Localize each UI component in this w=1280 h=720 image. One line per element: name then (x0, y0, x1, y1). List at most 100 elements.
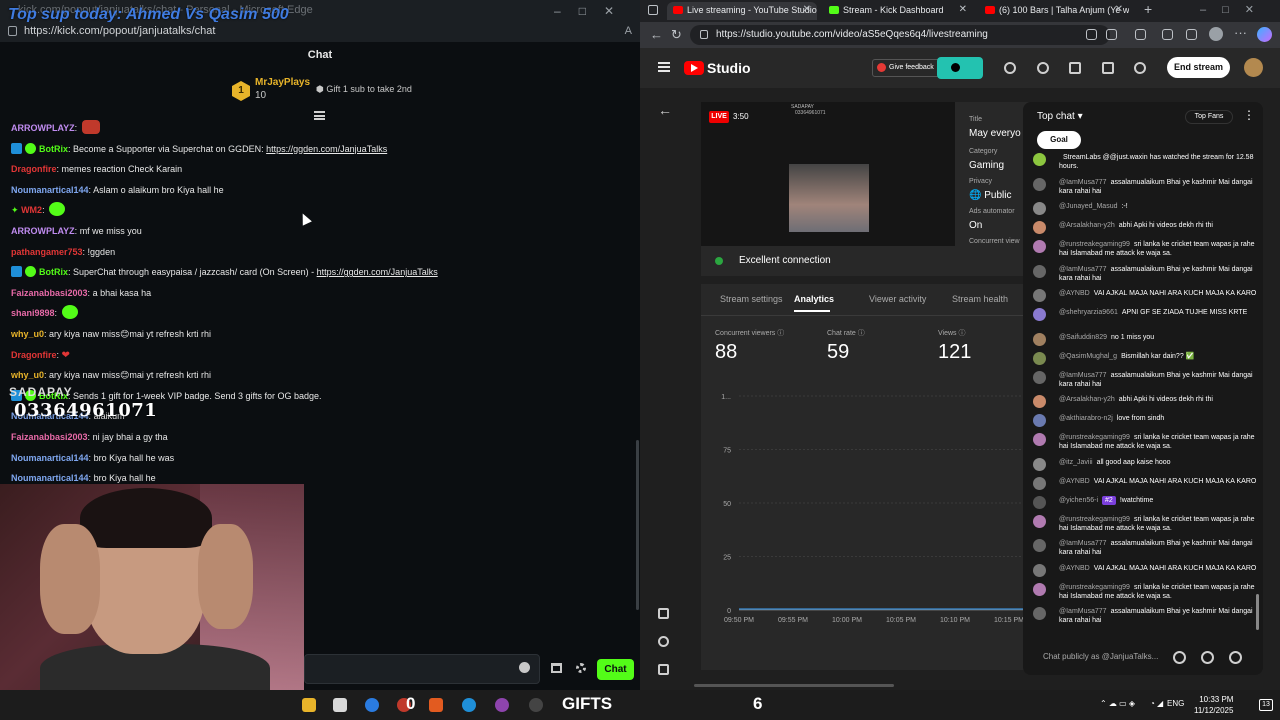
url-text[interactable]: https://studio.youtube.com/video/aS5eQqe… (716, 29, 988, 40)
tab-viewer-activity[interactable]: Viewer activity (869, 294, 926, 304)
add-icon[interactable] (1201, 651, 1214, 664)
chat-username[interactable]: ARROWPLAYZ (11, 123, 75, 133)
author-avatar[interactable] (1033, 351, 1046, 365)
back-arrow-icon[interactable]: ← (658, 102, 672, 118)
live-status-icon[interactable] (937, 57, 983, 79)
author-avatar[interactable] (1033, 153, 1046, 166)
more-menu-icon[interactable]: ··· (1234, 25, 1247, 40)
clock[interactable]: 10:33 PM 11/12/2025 (1194, 694, 1233, 716)
top-fans-button[interactable]: Top Fans (1185, 110, 1233, 124)
author-name[interactable]: @AYNBD (1059, 478, 1090, 485)
url-field[interactable]: https://studio.youtube.com/video/aS5eQqe… (690, 25, 1110, 45)
chat-username[interactable]: shani9898 (11, 308, 55, 318)
recording-app-icon[interactable] (529, 698, 543, 712)
media-icon[interactable] (1069, 62, 1081, 74)
youtube-logo-icon[interactable] (684, 61, 704, 75)
more-options-icon[interactable]: ⋮ (1243, 108, 1255, 122)
author-name[interactable]: @AYNBD (1059, 290, 1090, 297)
stream-preview[interactable]: LIVE 3:50 SADAPAY 03364961071 (701, 102, 955, 246)
site-info-icon[interactable] (700, 30, 708, 39)
chat-input[interactable] (304, 654, 540, 684)
window-controls[interactable]: –□✕ (554, 4, 632, 18)
author-avatar[interactable] (1033, 433, 1046, 446)
give-feedback-button[interactable]: Give feedback (872, 59, 940, 77)
notification-badge[interactable]: 13 (1259, 699, 1273, 711)
author-name[interactable]: @QasimMughal_g (1059, 353, 1117, 360)
chat-username[interactable]: Faizanabbasi2003 (11, 288, 88, 298)
store-icon[interactable] (551, 663, 562, 673)
monetization-icon[interactable] (1004, 62, 1016, 74)
author-avatar[interactable] (1033, 514, 1046, 528)
chat-username[interactable]: Faizanabbasi2003 (11, 432, 88, 442)
author-name[interactable]: @AYNBD (1059, 565, 1090, 572)
author-name[interactable]: @IamMusa777 (1059, 266, 1107, 273)
settings-icon[interactable] (658, 636, 669, 647)
address-bar[interactable]: https://kick.com/popout/janjuatalks/chat… (0, 22, 640, 42)
browser-tab[interactable]: (6) 100 Bars | Talha Anjum (Ye w ✕ (979, 2, 1129, 20)
end-stream-button[interactable]: End stream (1167, 57, 1230, 78)
close-tab-icon[interactable]: ✕ (959, 4, 967, 15)
chat-username[interactable]: why_u0 (11, 370, 44, 380)
window-controls[interactable]: –□✕ (1200, 3, 1270, 16)
author-avatar[interactable] (1033, 289, 1046, 302)
chat-username[interactable]: Noumanartical144 (11, 453, 89, 463)
edge-beta-icon[interactable] (462, 698, 476, 712)
author-avatar[interactable] (1033, 457, 1046, 471)
author-name[interactable]: @akthiarabro-n2j (1059, 415, 1113, 422)
bookmark-icon[interactable] (1102, 62, 1114, 74)
favorite-star-icon[interactable] (1106, 29, 1117, 40)
chat-username[interactable]: ARROWPLAYZ (11, 226, 75, 236)
author-avatar[interactable] (1033, 202, 1046, 215)
author-name[interactable]: @runstreakegaming99 (1059, 584, 1130, 591)
author-avatar[interactable] (1033, 177, 1046, 191)
brave-icon[interactable] (429, 698, 443, 712)
share-icon[interactable] (1134, 62, 1146, 74)
split-screen-icon[interactable] (1162, 29, 1173, 40)
settings-gear-icon[interactable] (576, 663, 586, 673)
tab-stream-settings[interactable]: Stream settings (720, 294, 783, 304)
tray-icons[interactable]: ⌃ ☁ ▭ ◈ (1100, 699, 1135, 708)
author-avatar[interactable] (1033, 414, 1046, 427)
author-name[interactable]: @Saifuddin829 (1059, 334, 1107, 341)
hamburger-menu-icon[interactable] (658, 62, 670, 72)
author-avatar[interactable] (1033, 607, 1046, 620)
emoji-icon[interactable] (1173, 651, 1186, 664)
author-name[interactable]: @IamMusa777 (1059, 179, 1107, 186)
tab-stream-health[interactable]: Stream health (952, 294, 1008, 304)
author-name[interactable]: @runstreakegaming99 (1059, 434, 1130, 441)
send-chat-button[interactable]: Chat (597, 659, 634, 680)
favorites-icon[interactable] (1186, 29, 1197, 40)
author-name[interactable]: @itz_Javiii (1059, 459, 1093, 466)
author-name[interactable]: @IamMusa777 (1059, 372, 1107, 379)
channel-avatar[interactable] (1244, 58, 1263, 77)
author-name[interactable]: @IamMusa777 (1059, 540, 1107, 547)
author-avatar[interactable] (1033, 308, 1046, 321)
author-avatar[interactable] (1033, 476, 1046, 490)
chat-username[interactable]: BotRix (39, 267, 68, 277)
gift-prompt[interactable]: ⬢ Gift 1 sub to take 2nd (316, 84, 412, 95)
top-chat-dropdown[interactable]: Top chat ▾ (1037, 111, 1083, 122)
author-name[interactable]: @yichen56-i (1059, 497, 1098, 504)
chat-username[interactable]: pathangamer753 (11, 247, 83, 257)
read-aloud-icon[interactable]: A (625, 25, 632, 37)
search-icon[interactable] (1086, 29, 1097, 40)
profile-avatar[interactable] (1209, 27, 1223, 41)
author-avatar[interactable] (1033, 264, 1046, 278)
author-name[interactable]: @IamMusa777 (1059, 608, 1107, 615)
chat-username[interactable]: why_u0 (11, 329, 44, 339)
edge-icon[interactable] (365, 698, 379, 712)
network-icon[interactable]: ◔ ◢ (1150, 699, 1163, 708)
tab-analytics[interactable]: Analytics (794, 294, 834, 304)
file-explorer-icon[interactable] (302, 698, 316, 712)
tab-actions-icon[interactable] (648, 5, 658, 15)
scrollbar[interactable] (636, 440, 639, 610)
live-chat-scrollbar[interactable] (1256, 594, 1259, 630)
author-name[interactable]: @shehryarzia9661 (1059, 309, 1118, 316)
url-text[interactable]: https://kick.com/popout/janjuatalks/chat (24, 25, 215, 37)
refresh-icon[interactable]: ↻ (671, 27, 682, 43)
obs-icon[interactable] (495, 698, 509, 712)
author-avatar[interactable] (1033, 395, 1046, 408)
author-avatar[interactable] (1033, 539, 1046, 552)
horizontal-scrollbar[interactable] (694, 684, 894, 687)
chat-link[interactable]: https://ggden.com/JanjuaTalks (317, 267, 438, 277)
